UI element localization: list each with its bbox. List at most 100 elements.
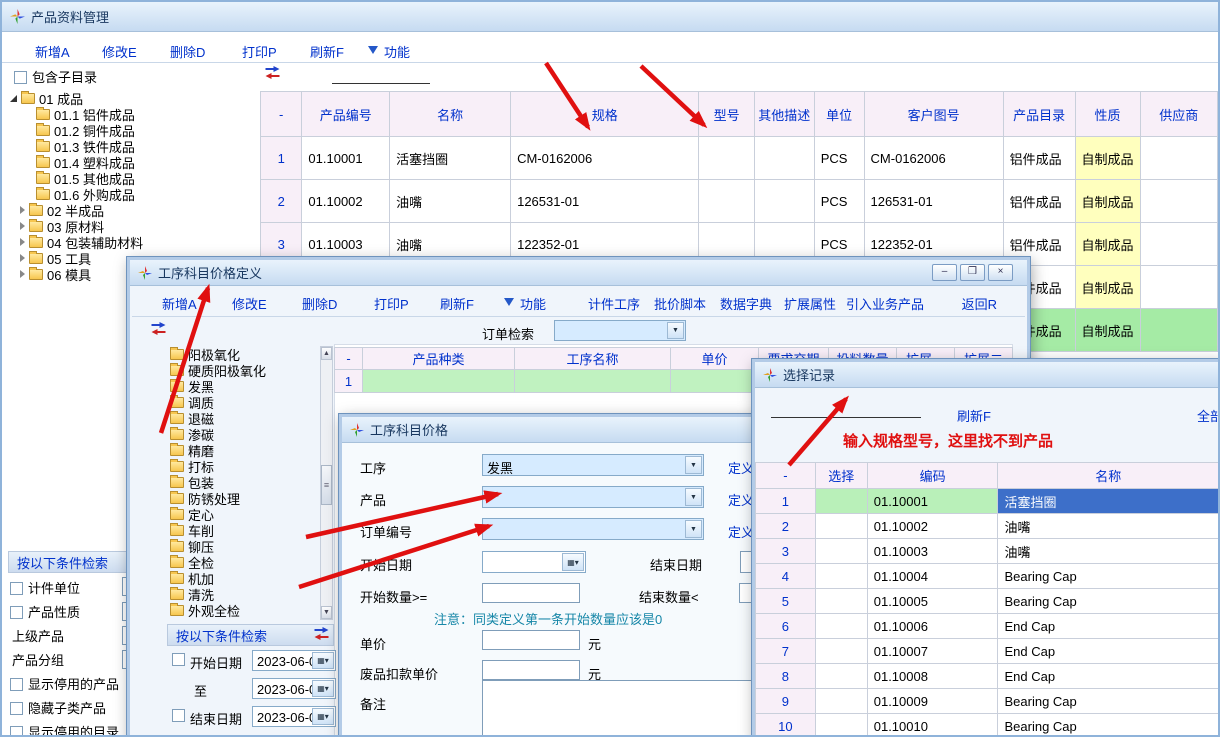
start-date-picker[interactable]: ▦▾ [482, 551, 586, 573]
sync-icon[interactable] [313, 627, 330, 643]
extended-attrs-button[interactable]: 扩展属性 [784, 294, 836, 313]
scroll-thumb[interactable]: ≡ [321, 465, 332, 505]
cell[interactable]: 自制成品 [1075, 137, 1140, 180]
cell[interactable]: 01.10001 [302, 137, 390, 180]
cell[interactable]: 自制成品 [1075, 309, 1140, 352]
cell[interactable]: 5 [756, 589, 816, 614]
cell[interactable]: 6 [756, 614, 816, 639]
collapsed-icon[interactable] [20, 238, 25, 246]
cell[interactable]: CM-0162006 [511, 137, 699, 180]
product-combo[interactable]: ▼ [482, 486, 704, 508]
cell[interactable] [1140, 180, 1217, 223]
table-row[interactable]: 501.10005Bearing Cap [756, 589, 1219, 614]
show-disabled-products-checkbox[interactable] [10, 678, 23, 691]
cell[interactable]: Bearing Cap [998, 689, 1219, 714]
cell[interactable]: End Cap [998, 639, 1219, 664]
cell[interactable] [363, 370, 515, 393]
quick-filter-underline[interactable] [332, 70, 430, 84]
dropdown-icon[interactable]: ▼ [685, 520, 702, 538]
cell[interactable] [1140, 137, 1217, 180]
cell[interactable]: 01.10002 [302, 180, 390, 223]
col-header[interactable]: 型号 [699, 92, 755, 137]
edit-button[interactable]: 修改E [232, 294, 267, 313]
cell[interactable]: End Cap [998, 614, 1219, 639]
col-header[interactable]: 产品种类 [363, 348, 515, 370]
col-header[interactable]: 编码 [867, 463, 998, 489]
cell[interactable]: PCS [814, 137, 864, 180]
col-header[interactable]: - [261, 92, 302, 137]
refresh-button[interactable]: 刷新F [310, 42, 344, 61]
col-header[interactable]: 名称 [998, 463, 1219, 489]
scroll-up-icon[interactable]: ▲ [321, 347, 332, 360]
col-header[interactable]: 规格 [511, 92, 699, 137]
cell[interactable]: 自制成品 [1075, 180, 1140, 223]
col-header[interactable]: - [756, 463, 816, 489]
end-date-picker[interactable]: 2023-06-01▦▾ [252, 706, 336, 727]
cell[interactable] [699, 180, 755, 223]
calendar-dropdown-icon[interactable]: ▦▾ [312, 680, 334, 697]
function-button[interactable]: 功能 [520, 294, 546, 313]
table-row[interactable]: 4 01.10004Bearing Cap [756, 564, 1219, 589]
collapsed-icon[interactable] [20, 254, 25, 262]
define-process-link[interactable]: 定义 [728, 458, 754, 477]
cell[interactable]: 铝件成品 [1003, 180, 1075, 223]
cell[interactable] [815, 589, 867, 614]
close-button[interactable]: × [988, 264, 1013, 281]
include-subdir-checkbox[interactable] [14, 71, 27, 84]
delete-button[interactable]: 删除D [302, 294, 337, 313]
collapsed-icon[interactable] [20, 206, 25, 214]
cell[interactable]: 01.10009 [867, 689, 998, 714]
order-no-combo[interactable]: ▼ [482, 518, 704, 540]
dropdown-icon[interactable]: ▼ [667, 322, 684, 339]
function-button[interactable]: 功能 [384, 42, 410, 61]
piece-unit-checkbox[interactable] [10, 582, 23, 595]
cell[interactable]: 01.10004 [867, 564, 998, 589]
start-qty-input[interactable] [482, 583, 580, 603]
cell[interactable]: 1 [756, 489, 816, 514]
define-order-link[interactable]: 定义 [728, 522, 754, 541]
table-row[interactable]: 1001.10010Bearing Cap [756, 714, 1219, 737]
cell[interactable]: Bearing Cap [998, 564, 1219, 589]
cell[interactable]: 1 [335, 370, 363, 393]
cell[interactable]: 油嘴 [390, 180, 511, 223]
dropdown-icon[interactable]: ▼ [685, 488, 702, 506]
cell[interactable] [671, 370, 759, 393]
tree-item[interactable]: 外观全检 [170, 602, 318, 618]
back-button[interactable]: 返回R [962, 294, 997, 313]
cell[interactable]: 自制成品 [1075, 266, 1140, 309]
show-disabled-catalogs-checkbox[interactable] [10, 726, 23, 737]
new-button[interactable]: 新增A [162, 294, 197, 313]
col-header[interactable]: 供应商 [1140, 92, 1217, 137]
cell[interactable]: 2 [756, 514, 816, 539]
edit-button[interactable]: 修改E [102, 42, 137, 61]
cell[interactable]: End Cap [998, 664, 1219, 689]
piece-process-button[interactable]: 计件工序 [588, 294, 640, 313]
sync-icon[interactable] [150, 322, 167, 338]
order-search-combo[interactable]: ▼ [554, 320, 686, 341]
cell[interactable]: 4 [756, 564, 816, 589]
cell[interactable] [815, 614, 867, 639]
cell[interactable] [754, 180, 814, 223]
cell[interactable]: 7 [756, 639, 816, 664]
select-all-button[interactable]: 全部 [1197, 406, 1220, 425]
cell[interactable]: 8 [756, 664, 816, 689]
col-header[interactable]: 名称 [390, 92, 511, 137]
cell[interactable] [515, 370, 671, 393]
cell[interactable] [815, 714, 867, 737]
data-dictionary-button[interactable]: 数据字典 [720, 294, 772, 313]
new-button[interactable]: 新增A [35, 42, 70, 61]
col-header[interactable]: 产品目录 [1003, 92, 1075, 137]
table-row[interactable]: 701.10007End Cap [756, 639, 1219, 664]
print-button[interactable]: 打印P [242, 42, 277, 61]
cell[interactable] [815, 489, 867, 514]
delete-button[interactable]: 删除D [170, 42, 205, 61]
pricing-script-button[interactable]: 批价脚本 [654, 294, 706, 313]
cell[interactable] [815, 564, 867, 589]
calendar-dropdown-icon[interactable]: ▦▾ [562, 553, 584, 571]
table-row[interactable]: 301.10003油嘴 [756, 539, 1219, 564]
table-row[interactable]: 101.10001活塞挡圈CM-0162006PCSCM-0162006铝件成品… [261, 137, 1218, 180]
cell[interactable] [815, 514, 867, 539]
cell[interactable]: Bearing Cap [998, 589, 1219, 614]
table-row[interactable]: 901.10009Bearing Cap [756, 689, 1219, 714]
table-row[interactable]: 601.10006End Cap [756, 614, 1219, 639]
